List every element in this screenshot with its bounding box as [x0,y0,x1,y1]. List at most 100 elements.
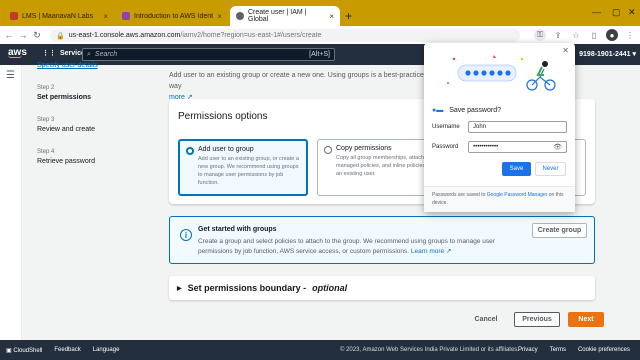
search-placeholder: Search [94,51,118,58]
step-2-number: Step 2 [37,85,55,91]
bookmark-star-icon[interactable]: ☆ [570,29,582,41]
privacy-link[interactable]: Privacy [518,347,538,353]
dialog-title: Save password? [449,107,501,114]
reload-icon[interactable]: ↻ [30,30,44,41]
step-3-title: Review and create [37,126,95,133]
close-icon[interactable]: × [217,12,222,21]
aws-logo[interactable]: aws [8,47,27,58]
feedback-link[interactable]: Feedback [54,347,80,353]
save-password-dialog: ✕ ●▬ Save password? Username John Passwo… [424,43,575,212]
step-4-title: Retrieve password [37,158,95,165]
username-row: Username John [432,121,567,133]
tab-aws-identity[interactable]: Introduction to AWS Identity Acc × [116,6,228,26]
url-host: us-east-1.console.aws.amazon.com [68,32,181,39]
browser-tab-strip: LMS | MaanavaN Labs × Introduction to AW… [0,0,640,26]
boundary-title: Set permissions boundary - [187,283,307,293]
never-button[interactable]: Never [535,162,566,176]
external-link-icon: ↗ [445,247,452,255]
share-icon[interactable]: ⇪ [552,29,564,41]
tab-create-user[interactable]: Create user | IAM | Global × [230,6,340,26]
terminal-icon: ▣ [6,347,12,354]
create-group-button[interactable]: Create group [532,223,587,238]
next-button[interactable]: Next [568,312,604,327]
search-shortcut: [Alt+S] [309,51,330,58]
step-3-number: Step 3 [37,117,55,123]
learn-more-text: Learn more [410,247,445,255]
search-icon: ⌕ [87,50,91,58]
console-footer: ▣ CloudShell Feedback Language © 2023, A… [0,340,640,360]
password-manager-link[interactable]: Google Password Manager [487,192,548,198]
language-link[interactable]: Language [93,347,120,353]
cloudshell-label: CloudShell [13,347,43,354]
side-rail: ☰ [0,65,22,340]
split-view-icon[interactable]: ▯ [588,29,600,41]
close-icon[interactable]: ✕ [562,46,569,55]
lock-icon: 🔒 [56,32,65,40]
footer-text: Passwords are saved to [432,192,486,198]
close-icon[interactable]: × [329,12,334,21]
back-icon[interactable]: ← [2,30,16,40]
radio-button[interactable] [324,146,332,154]
tab-lms[interactable]: LMS | MaanavaN Labs × [4,6,114,26]
hamburger-menu-icon[interactable]: ☰ [6,70,15,81]
tab-favicon-icon [122,12,130,20]
permissions-boundary-section[interactable]: ▶ Set permissions boundary - optional [169,276,595,300]
terms-link[interactable]: Terms [550,347,566,353]
grid-icon: ⋮⋮ [42,50,56,57]
radio-button[interactable] [186,147,194,155]
previous-button[interactable]: Previous [514,312,560,327]
cookie-preferences-link[interactable]: Cookie preferences [578,347,630,353]
wizard-steps: Specify user details Step 2 Set permissi… [37,62,98,165]
tab-title: LMS | MaanavaN Labs [22,12,94,20]
password-value: •••••••••••• [473,144,499,150]
tab-title: Create user | IAM | Global [248,9,307,23]
dialog-footer: Passwords are saved to Google Password M… [424,186,575,212]
close-window-icon[interactable]: ✕ [628,7,636,18]
eye-icon[interactable]: 👁 [553,143,562,151]
wizard-actions: Cancel Previous Next [466,312,604,327]
info-body: Create a group and select policies to at… [198,237,516,257]
panel-title: Permissions options [178,111,268,122]
password-row: Password •••••••••••• 👁 [432,141,567,153]
step-1-link[interactable]: Specify user details [37,62,98,69]
username-field[interactable]: John [468,121,567,133]
key-icon[interactable]: ⚿ [534,29,546,41]
option-description: Add user to an existing group, or create… [198,156,299,186]
maximize-icon[interactable]: ▢ [612,7,621,18]
minimize-icon[interactable]: — [592,7,601,17]
password-field[interactable]: •••••••••••• 👁 [468,141,567,153]
menu-kebab-icon[interactable]: ⋮ [624,29,636,41]
url-field[interactable]: 🔒 us-east-1.console.aws.amazon.com/iamv2… [50,29,520,42]
option-label: Add user to group [198,146,254,153]
username-label: Username [432,124,460,130]
step-2-title: Set permissions [37,94,92,101]
account-id: 9198-1901-2441 [579,51,631,58]
new-tab-button[interactable]: + [345,9,352,23]
close-icon[interactable]: × [103,12,108,21]
tab-favicon-icon [236,12,244,20]
password-illustration [447,55,556,91]
option-add-to-group[interactable]: Add user to group Add user to an existin… [178,139,308,196]
cancel-button[interactable]: Cancel [466,316,506,323]
intro-text: Add user to an existing group or create … [169,72,424,91]
forward-icon[interactable]: → [16,30,30,40]
info-title: Get started with groups [198,226,277,233]
step-4-number: Step 4 [37,149,55,155]
profile-avatar-icon[interactable]: ● [606,29,618,41]
save-button[interactable]: Save [502,162,531,176]
boundary-optional: optional [312,283,348,293]
tab-title: Introduction to AWS Identity Acc [134,12,214,20]
expand-caret-icon[interactable]: ▶ [177,285,182,292]
address-bar-row: ← → ↻ 🔒 us-east-1.console.aws.amazon.com… [0,26,640,44]
learn-more-link[interactable]: Learn more ↗ [411,248,452,255]
tab-favicon-icon [10,12,18,20]
account-menu[interactable]: 9198-1901-2441 ▾ [579,50,636,58]
aws-search-input[interactable]: ⌕ Search [Alt+S] [82,48,335,61]
url-path: /iamv2/home?region=us-east-1#/users/crea… [180,32,322,39]
groups-info-alert: i Get started with groups Create a group… [169,216,595,264]
key-icon: ●▬ [432,107,444,114]
username-value: John [473,124,487,130]
copyright-text: © 2023, Amazon Web Services India Privat… [340,347,519,353]
cloudshell-link[interactable]: ▣ CloudShell [6,347,42,354]
info-icon: i [180,229,192,241]
